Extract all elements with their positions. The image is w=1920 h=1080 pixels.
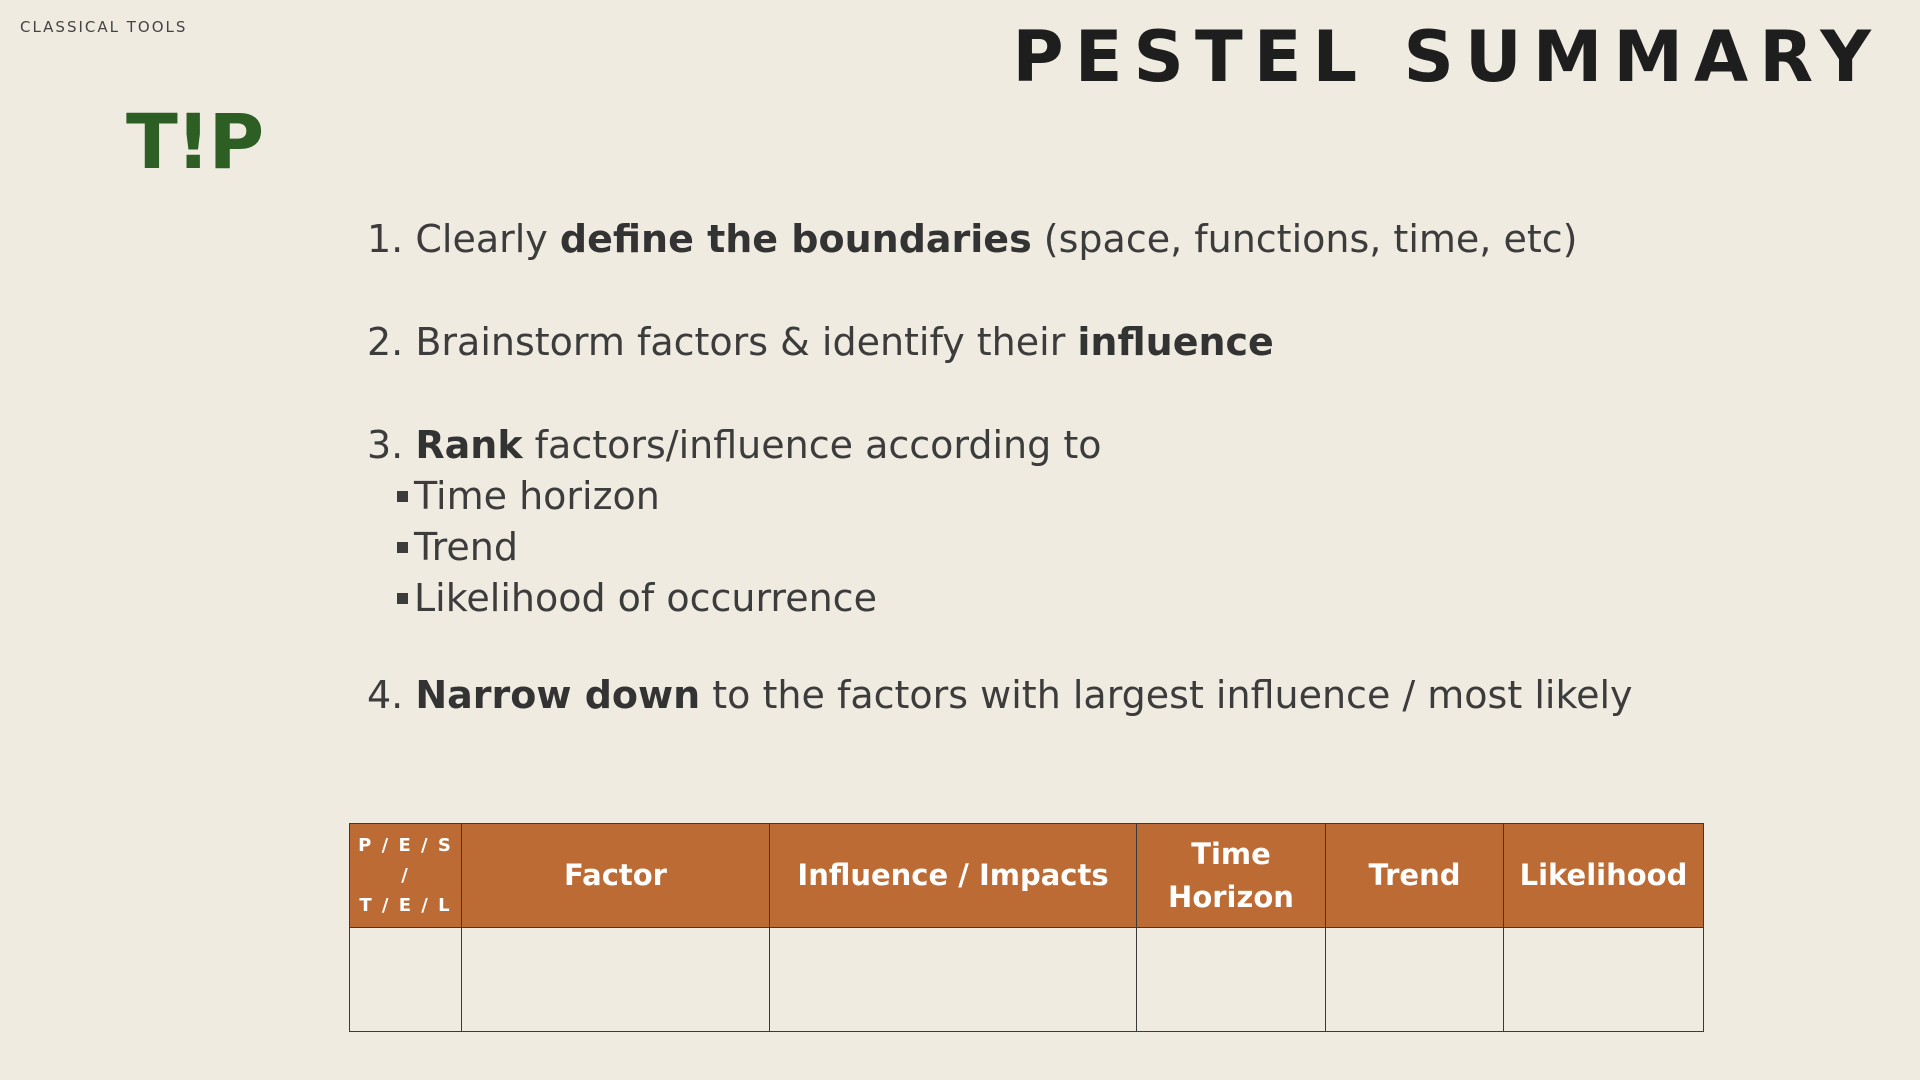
step-2-emphasis: influence <box>1077 320 1274 364</box>
header-time-horizon: Time Horizon <box>1136 823 1326 928</box>
cell-likelihood <box>1503 927 1704 1032</box>
cell-pestel <box>349 927 462 1032</box>
tip-logo: T!P <box>126 97 264 186</box>
cell-time-horizon <box>1136 927 1326 1032</box>
header-pestel: P / E / S / T / E / L <box>349 823 462 928</box>
header-factor: Factor <box>461 823 770 928</box>
sub-item-time-horizon: Time horizon <box>367 471 1667 522</box>
page-title: PESTEL SUMMARY <box>1012 16 1882 98</box>
step-3-emphasis: Rank <box>415 423 523 467</box>
cell-influence <box>769 927 1137 1032</box>
table-row <box>349 927 1704 1032</box>
table-header-row: P / E / S / T / E / L Factor Influence /… <box>349 823 1704 928</box>
step-4: 4. Narrow down to the factors with large… <box>367 673 1633 717</box>
steps-list: 1. Clearly define the boundaries (space,… <box>367 214 1667 721</box>
square-bullet-icon <box>397 593 408 604</box>
square-bullet-icon <box>397 491 408 502</box>
step-4-emphasis: Narrow down <box>415 673 701 717</box>
header-influence: Influence / Impacts <box>769 823 1137 928</box>
square-bullet-icon <box>397 542 408 553</box>
cell-factor <box>461 927 770 1032</box>
step-2: 2. Brainstorm factors & identify their i… <box>367 320 1274 364</box>
sub-item-likelihood: Likelihood of occurrence <box>367 573 1667 624</box>
pestel-table: P / E / S / T / E / L Factor Influence /… <box>349 823 1704 1032</box>
cell-trend <box>1325 927 1504 1032</box>
step-3: 3. Rank factors/influence according to <box>367 423 1102 467</box>
header-likelihood: Likelihood <box>1503 823 1704 928</box>
step-1: 1. Clearly define the boundaries (space,… <box>367 217 1578 261</box>
section-label: CLASSICAL TOOLS <box>20 18 188 36</box>
step-1-emphasis: define the boundaries <box>559 217 1032 261</box>
sub-item-trend: Trend <box>367 522 1667 573</box>
header-trend: Trend <box>1325 823 1504 928</box>
